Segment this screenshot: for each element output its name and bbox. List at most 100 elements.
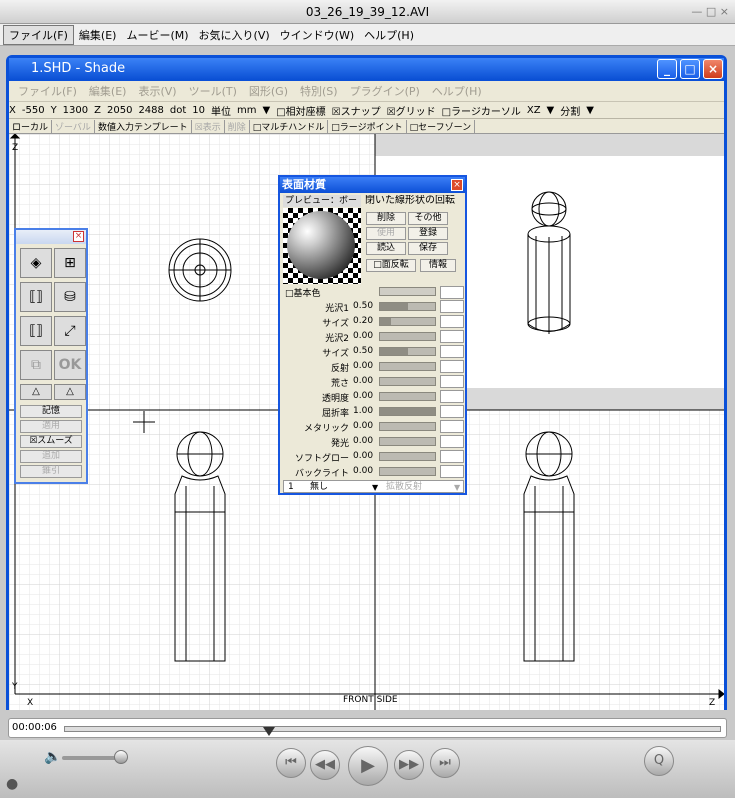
- option-multi-handle[interactable]: □マルチハンドル: [250, 119, 329, 133]
- hierarchy-tool-button[interactable]: ⊞: [54, 248, 86, 278]
- option-local[interactable]: ローカル: [9, 119, 53, 133]
- property-value[interactable]: 0.00: [353, 391, 373, 401]
- shade-menu-shape[interactable]: 図形(G): [243, 83, 294, 99]
- property-color-swatch[interactable]: [440, 345, 464, 358]
- minimize-button[interactable]: _: [657, 59, 677, 79]
- timeline[interactable]: 00:00:06: [8, 718, 727, 738]
- use-button[interactable]: 使用: [366, 227, 406, 240]
- quicktime-logo-icon[interactable]: Q: [644, 746, 674, 776]
- player-menu-favorites[interactable]: お気に入り(V): [194, 26, 275, 44]
- preview-mode-tab[interactable]: プレビュー：ボール: [283, 195, 361, 218]
- option-display[interactable]: ☒表示: [192, 119, 225, 133]
- shade-menu-tool[interactable]: ツール(T): [183, 83, 243, 99]
- property-color-swatch[interactable]: [440, 390, 464, 403]
- smooth-low-button[interactable]: △: [20, 384, 52, 400]
- option-global[interactable]: ゾーバル: [52, 119, 95, 133]
- base-color-bar[interactable]: [379, 287, 436, 296]
- palette-title-bar[interactable]: ×: [16, 230, 86, 244]
- smooth-checkbox[interactable]: ☒スムーズ: [20, 435, 82, 448]
- material-close-icon[interactable]: ×: [451, 179, 463, 191]
- property-color-swatch[interactable]: [440, 435, 464, 448]
- property-value[interactable]: 0.00: [353, 436, 373, 446]
- property-color-swatch[interactable]: [440, 405, 464, 418]
- other-button[interactable]: その他: [408, 212, 448, 225]
- property-color-swatch[interactable]: [440, 420, 464, 433]
- scrub-bar[interactable]: [64, 726, 721, 736]
- property-value[interactable]: 0.20: [353, 316, 373, 326]
- unit-select[interactable]: mm: [237, 105, 256, 116]
- volume-knob[interactable]: [114, 750, 128, 764]
- player-menu-window[interactable]: ウインドウ(W): [275, 26, 359, 44]
- property-slider[interactable]: [379, 302, 436, 311]
- mapping-mode-select[interactable]: 無し: [310, 481, 328, 494]
- face-flip-checkbox[interactable]: □面反転: [366, 259, 416, 272]
- line-tool-button[interactable]: ⤢: [54, 316, 86, 346]
- shade-menu-file[interactable]: ファイル(F): [12, 83, 83, 99]
- property-color-swatch[interactable]: [440, 315, 464, 328]
- property-value[interactable]: 1.00: [353, 406, 373, 416]
- unit-value[interactable]: 10: [192, 105, 205, 116]
- smooth-high-button[interactable]: △: [54, 384, 86, 400]
- player-window-buttons[interactable]: — □ ×: [691, 5, 729, 18]
- property-slider[interactable]: [379, 452, 436, 461]
- option-numeric-template[interactable]: 数値入力テンプレート: [95, 119, 192, 133]
- mapping-type-dropdown-icon[interactable]: ▼: [454, 481, 460, 494]
- ok-button[interactable]: OK: [54, 350, 86, 380]
- fast-forward-button[interactable]: ▶▶: [394, 750, 424, 780]
- info-button[interactable]: 情報: [420, 259, 456, 272]
- property-color-swatch[interactable]: [440, 330, 464, 343]
- property-value[interactable]: 0.00: [353, 361, 373, 371]
- player-menu-file[interactable]: ファイル(F): [3, 24, 74, 45]
- copy-tool-button[interactable]: ⧉: [20, 350, 52, 380]
- delete-material-button[interactable]: 削除: [366, 212, 406, 225]
- property-color-swatch[interactable]: [440, 450, 464, 463]
- property-slider[interactable]: [379, 347, 436, 356]
- property-color-swatch[interactable]: [440, 360, 464, 373]
- taper-button[interactable]: 錐引: [20, 465, 82, 478]
- property-slider[interactable]: [379, 362, 436, 371]
- shade-menu-help[interactable]: ヘルプ(H): [426, 83, 488, 99]
- property-color-swatch[interactable]: [440, 375, 464, 388]
- coord-x-value[interactable]: -550: [22, 105, 45, 116]
- save-button[interactable]: 保存: [408, 242, 448, 255]
- player-menu-help[interactable]: ヘルプ(H): [359, 26, 419, 44]
- coord-y-value[interactable]: 1300: [63, 105, 88, 116]
- stretch-tool-button[interactable]: ⟦⟧: [20, 316, 52, 346]
- coord-z-value[interactable]: 2050: [107, 105, 132, 116]
- property-value[interactable]: 0.00: [353, 421, 373, 431]
- close-button[interactable]: ×: [703, 59, 723, 79]
- property-slider[interactable]: [379, 407, 436, 416]
- shade-menu-edit[interactable]: 編集(E): [83, 83, 133, 99]
- register-button[interactable]: 登録: [408, 227, 448, 240]
- property-color-swatch[interactable]: [440, 465, 464, 478]
- large-cursor-checkbox[interactable]: □ラージカーソル: [442, 103, 521, 118]
- player-menu-movie[interactable]: ムービー(M): [121, 26, 193, 44]
- grid-checkbox[interactable]: ☒グリッド: [387, 103, 436, 118]
- base-color-checkbox[interactable]: □基本色: [285, 286, 321, 299]
- property-value[interactable]: 0.00: [353, 451, 373, 461]
- playhead-icon[interactable]: [262, 727, 275, 736]
- mapping-dropdown-icon[interactable]: ▼: [372, 481, 378, 494]
- add-button[interactable]: 追加: [20, 450, 82, 463]
- volume-slider[interactable]: [62, 750, 128, 764]
- relative-coords-checkbox[interactable]: □相対座標: [276, 103, 325, 118]
- property-value[interactable]: 0.50: [353, 346, 373, 356]
- property-value[interactable]: 0.50: [353, 301, 373, 311]
- property-value[interactable]: 0.00: [353, 331, 373, 341]
- option-safe-zone[interactable]: □セーフゾーン: [407, 119, 476, 133]
- property-slider[interactable]: [379, 392, 436, 401]
- apply-button[interactable]: 適用: [20, 420, 82, 433]
- option-delete[interactable]: 削除: [225, 119, 250, 133]
- cylinder-tool-button[interactable]: ⛁: [54, 282, 86, 312]
- property-slider[interactable]: [379, 332, 436, 341]
- top-view-object[interactable]: [168, 238, 232, 302]
- sweep-tool-button[interactable]: ◈: [20, 248, 52, 278]
- split-dropdown-icon[interactable]: ▼: [586, 105, 594, 116]
- snap-checkbox[interactable]: ☒スナップ: [332, 103, 381, 118]
- split-select[interactable]: 分割: [560, 103, 580, 118]
- unit-dropdown-icon[interactable]: ▼: [263, 105, 271, 116]
- plane-dropdown-icon[interactable]: ▼: [547, 105, 555, 116]
- go-to-end-button[interactable]: ⏭: [430, 748, 460, 778]
- property-slider[interactable]: [379, 422, 436, 431]
- property-slider[interactable]: [379, 377, 436, 386]
